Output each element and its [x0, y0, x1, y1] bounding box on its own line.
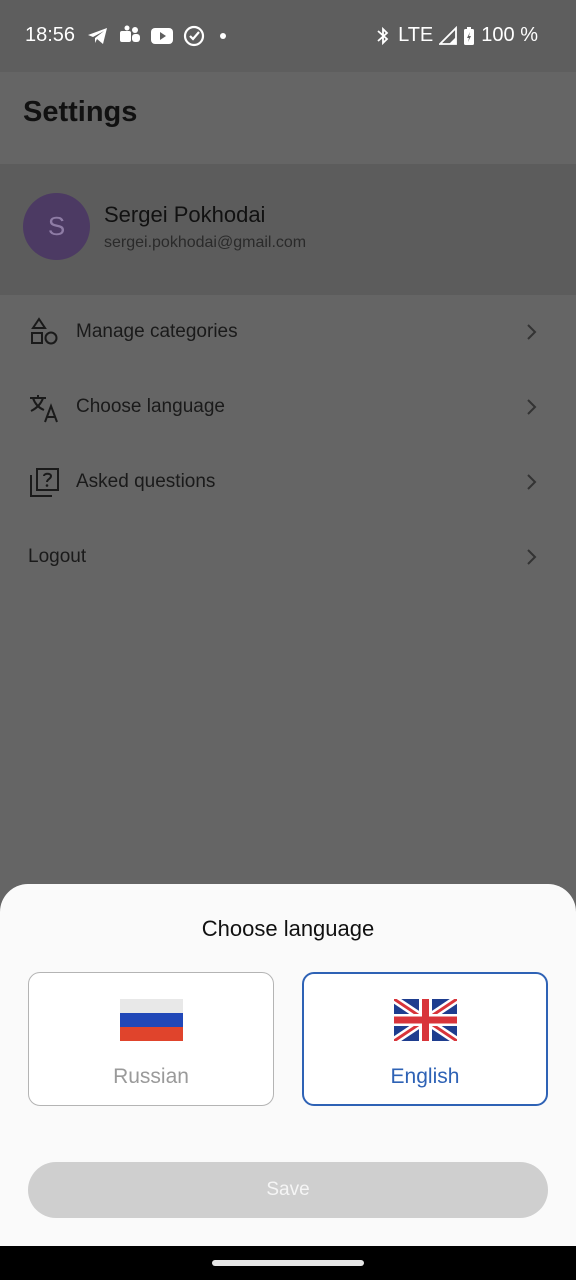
- check-circle-icon: [183, 25, 205, 47]
- shapes-icon: [31, 317, 58, 345]
- chevron-right-icon: [527, 399, 537, 415]
- menu-item-asked-questions[interactable]: Asked questions: [0, 445, 576, 520]
- network-type: LTE: [398, 24, 434, 46]
- system-status: LTE 100 %: [374, 24, 538, 47]
- language-label: Russian: [113, 1065, 189, 1088]
- russia-flag-icon: [120, 999, 183, 1041]
- telegram-icon: [88, 28, 107, 44]
- language-option-russian[interactable]: Russian: [28, 972, 274, 1106]
- menu-item-manage-categories[interactable]: Manage categories: [0, 295, 576, 370]
- page-title: Settings: [23, 96, 138, 128]
- menu-label: Asked questions: [76, 471, 216, 492]
- profile-card[interactable]: S Sergei Pokhodai sergei.pokhodai@gmail.…: [0, 164, 576, 295]
- status-time: 18:56: [25, 24, 76, 46]
- chevron-right-icon: [527, 474, 537, 490]
- menu-item-choose-language[interactable]: Choose language: [0, 370, 576, 445]
- status-bar: 18:56 LTE 100 %: [0, 0, 576, 72]
- navigation-bar: [0, 1246, 576, 1280]
- battery-level: 100 %: [481, 24, 538, 46]
- menu-label: Choose language: [76, 396, 225, 417]
- dot-icon: [220, 33, 226, 39]
- bluetooth-icon: [377, 26, 389, 45]
- profile-name: Sergei Pokhodai: [104, 202, 266, 227]
- language-option-english[interactable]: English: [302, 972, 548, 1106]
- notification-icons: [86, 24, 226, 48]
- youtube-icon: [151, 28, 173, 44]
- chevron-right-icon: [527, 324, 537, 340]
- home-gesture-handle[interactable]: [212, 1260, 364, 1266]
- avatar: S: [23, 193, 90, 260]
- menu-item-logout[interactable]: Logout: [0, 520, 576, 595]
- signal-icon: [439, 25, 458, 45]
- profile-email: sergei.pokhodai@gmail.com: [104, 234, 307, 251]
- sheet-title: Choose language: [201, 916, 375, 941]
- menu-label: Logout: [28, 546, 87, 567]
- language-bottom-sheet: Choose language Russian English Save: [0, 884, 576, 1246]
- chevron-right-icon: [527, 549, 537, 565]
- menu-label: Manage categories: [76, 321, 238, 342]
- save-button[interactable]: Save: [28, 1162, 548, 1218]
- language-label: English: [390, 1065, 460, 1088]
- question-box-icon: [30, 468, 59, 497]
- uk-flag-icon: [394, 999, 457, 1041]
- translate-icon: [30, 395, 58, 423]
- teams-icon: [120, 25, 140, 42]
- battery-charging-icon: [464, 26, 475, 45]
